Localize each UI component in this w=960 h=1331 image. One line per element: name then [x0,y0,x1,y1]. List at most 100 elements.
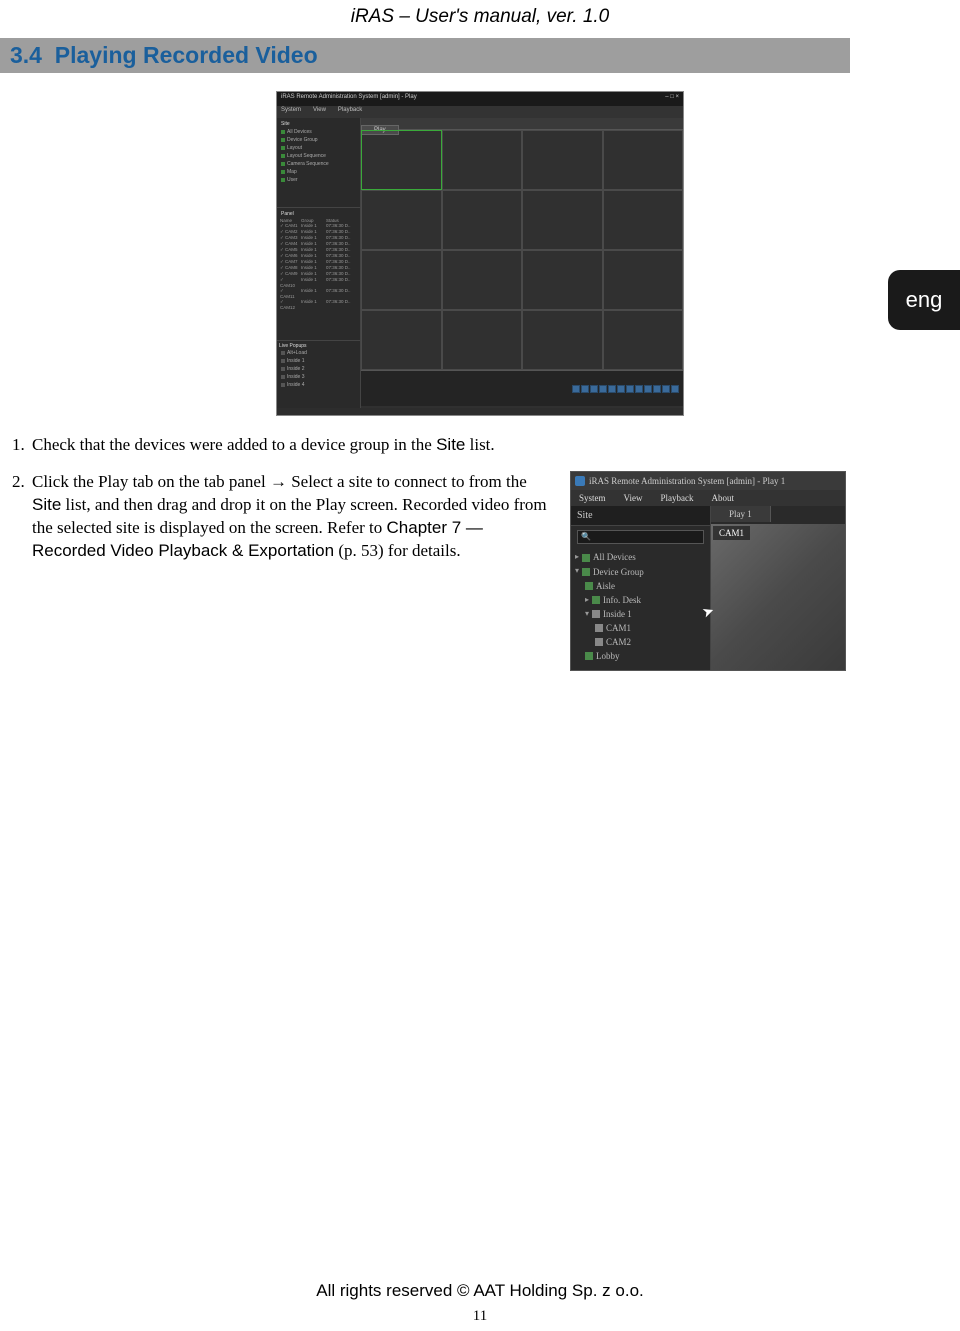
side-layout[interactable]: Layout [279,144,358,152]
side-all-devices[interactable]: All Devices [279,128,358,136]
grid-cell[interactable] [442,250,523,310]
ctrl-pause-icon[interactable] [608,385,616,393]
side-user[interactable]: User [279,176,358,184]
step1-text-b: list. [465,435,494,454]
grid-cell[interactable] [522,250,603,310]
ctrl-play-icon[interactable] [599,385,607,393]
tab-strip: Play [361,118,683,130]
grid-cell[interactable] [603,130,684,190]
tree-lobby[interactable]: Lobby [575,649,706,663]
step2-text-a: Click the Play tab on the tab panel → Se… [32,472,527,491]
tree-inside1[interactable]: ▾Inside 1 [575,607,706,621]
live-row[interactable]: Inside 2 [279,365,358,373]
cube-icon [585,582,593,590]
ctrl-extra-icon[interactable] [653,385,661,393]
chevron-right-icon: ▸ [575,552,579,563]
section-number: 3.4 [10,42,42,68]
step1-text-a: Check that the devices were added to a d… [32,435,436,454]
list-row[interactable]: ✓ CAM12Inside 107:36:30 D.. [279,299,358,310]
tab-play1[interactable]: Play 1 [711,506,771,522]
cube-icon [281,178,285,182]
chevron-right-icon: ▸ [585,595,589,606]
section-title: Playing Recorded Video [55,42,318,68]
tree-info-desk[interactable]: ▸Info. Desk [575,593,706,607]
menu-view[interactable]: View [624,492,643,504]
sidebar-live-popups: Live Popups Alt+LoadInside 1Inside 2Insi… [277,341,360,391]
menu-system[interactable]: System [579,492,606,504]
screenshot-main-play: iRAS Remote Administration System [admin… [276,91,684,416]
live-row[interactable]: Inside 4 [279,381,358,389]
grid-cell[interactable] [522,190,603,250]
menu-playback[interactable]: Playback [338,107,362,117]
camera-view[interactable]: CAM1 ➤ [711,524,845,671]
grid-cell[interactable] [603,310,684,370]
playback-timeline[interactable] [361,370,683,406]
camera-icon [595,638,603,646]
grid-cell-selected[interactable] [361,130,442,190]
site-label: Site [279,120,358,128]
side-layout-seq[interactable]: Layout Sequence [279,152,358,160]
playback-controls [572,385,679,393]
main-view: Play [361,118,683,408]
tree-cam2[interactable]: CAM2 [575,635,706,649]
step-number: 2. [12,471,32,671]
video-grid [361,130,683,370]
tree-aisle[interactable]: Aisle [575,579,706,593]
cube-icon [592,610,600,618]
main-view: Play 1 CAM1 ➤ [711,506,845,671]
ctrl-extra-icon[interactable] [671,385,679,393]
tree-all-devices[interactable]: ▸All Devices [575,550,706,564]
panel-label: Panel [279,210,358,218]
tree-cam1[interactable]: CAM1 [575,621,706,635]
step-number: 1. [12,434,32,457]
footer-copyright: All rights reserved © AAT Holding Sp. z … [0,1281,960,1301]
grid-cell[interactable] [361,310,442,370]
side-camera-seq[interactable]: Camera Sequence [279,160,358,168]
live-row[interactable]: Inside 3 [279,373,358,381]
section-heading: 3.4 Playing Recorded Video [0,38,850,73]
cube-icon [585,652,593,660]
grid-cell[interactable] [522,130,603,190]
camera-label: CAM1 [713,526,750,540]
grid-cell[interactable] [442,130,523,190]
grid-cell[interactable] [361,250,442,310]
side-map[interactable]: Map [279,168,358,176]
cube-icon [281,162,285,166]
ctrl-stop-icon[interactable] [617,385,625,393]
grid-cell[interactable] [442,310,523,370]
menu-playback[interactable]: Playback [660,492,693,504]
ctrl-ff-icon[interactable] [626,385,634,393]
grid-cell[interactable] [603,250,684,310]
menu-view[interactable]: View [313,107,326,117]
tree-device-group[interactable]: ▾Device Group [575,565,706,579]
ctrl-extra-icon[interactable] [662,385,670,393]
camera-icon [595,624,603,632]
site-tree: ▸All Devices ▾Device Group Aisle ▸Info. … [571,548,710,665]
menu-system[interactable]: System [281,107,301,117]
live-row[interactable]: Alt+Load [279,349,358,357]
grid-cell[interactable] [361,190,442,250]
site-header: Site [571,506,710,527]
list-row[interactable]: ✓ CAM11Inside 107:36:30 D.. [279,288,358,299]
page-number: 11 [0,1308,960,1325]
grid-cell[interactable] [442,190,523,250]
sidebar-panel-list: Panel Name Group Status ✓ CAM1Inside 107… [277,208,360,341]
app-icon [575,476,585,486]
grid-cell[interactable] [603,190,684,250]
window-controls-icon: – □ × [665,94,679,104]
ctrl-last-icon[interactable] [644,385,652,393]
search-input[interactable]: 🔍 [577,530,704,544]
cube-icon [582,568,590,576]
live-row[interactable]: Inside 1 [279,357,358,365]
step-1: 1. Check that the devices were added to … [12,434,930,457]
ctrl-prev-icon[interactable] [581,385,589,393]
ctrl-first-icon[interactable] [572,385,580,393]
list-row[interactable]: ✓ CAM10Inside 107:36:30 D.. [279,277,358,288]
grid-cell[interactable] [522,310,603,370]
menu-about[interactable]: About [711,492,734,504]
ctrl-next-icon[interactable] [635,385,643,393]
ctrl-rew-icon[interactable] [590,385,598,393]
window-titlebar: iRAS Remote Administration System [admin… [571,472,845,490]
chevron-down-icon: ▾ [585,609,589,620]
side-device-group[interactable]: Device Group [279,136,358,144]
